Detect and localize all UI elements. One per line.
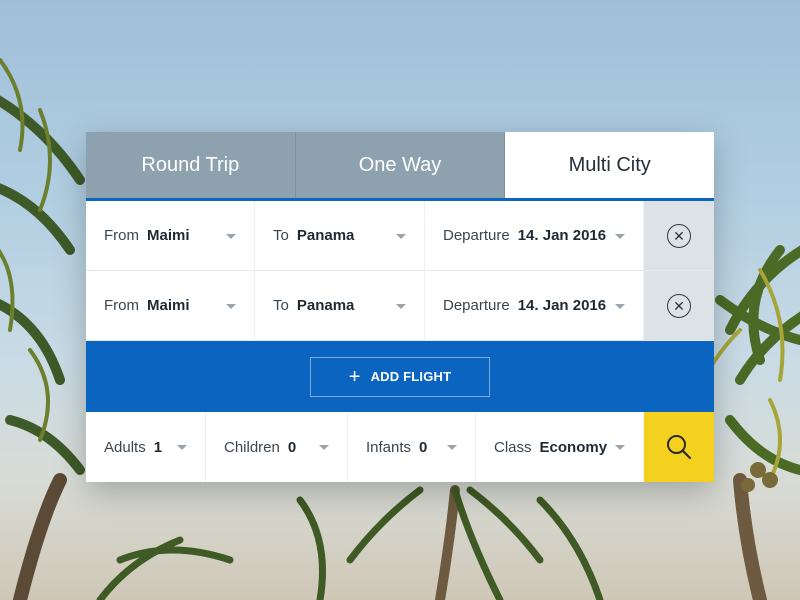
chevron-down-icon	[447, 445, 457, 450]
departure-value: 14. Jan 2016	[517, 227, 607, 244]
tab-round-trip[interactable]: Round Trip	[86, 132, 295, 198]
infants-select[interactable]: Infants 0	[348, 412, 476, 482]
to-value: Panama	[296, 227, 355, 244]
tab-one-way[interactable]: One Way	[294, 132, 505, 198]
add-flight-button[interactable]: + ADD FLIGHT	[310, 356, 490, 397]
adults-select[interactable]: Adults 1	[86, 412, 206, 482]
flight-row: From Maimi To Panama Departure 14. Jan 2…	[86, 201, 714, 271]
chevron-down-icon	[396, 303, 406, 309]
from-value: Maimi	[147, 297, 190, 314]
class-value: Economy	[539, 438, 608, 456]
from-select[interactable]: From Maimi	[86, 271, 255, 340]
from-value: Maimi	[147, 227, 190, 244]
search-button[interactable]	[644, 412, 714, 482]
flight-row: From Maimi To Panama Departure 14. Jan 2…	[86, 271, 714, 341]
to-select[interactable]: To Panama	[255, 201, 425, 270]
chevron-down-icon	[396, 233, 406, 239]
departure-select[interactable]: Departure 14. Jan 2016	[425, 201, 644, 270]
to-value: Panama	[296, 297, 355, 314]
chevron-down-icon	[177, 445, 187, 450]
children-value: 0	[287, 438, 297, 456]
plus-icon: +	[348, 365, 361, 388]
from-label: From	[104, 227, 139, 244]
to-label: To	[273, 227, 289, 244]
departure-label: Departure	[443, 227, 510, 244]
infants-label: Infants	[366, 438, 412, 456]
class-select[interactable]: Class Economy	[476, 412, 644, 482]
flight-search-widget: Round Trip One Way Multi City From Maimi…	[86, 132, 715, 482]
add-flight-label: ADD FLIGHT	[370, 369, 452, 384]
remove-flight-button[interactable]: ✕	[644, 271, 714, 340]
adults-label: Adults	[104, 438, 146, 456]
chevron-down-icon	[226, 303, 236, 309]
close-icon: ✕	[667, 223, 691, 248]
chevron-down-icon	[615, 233, 625, 239]
infants-value: 0	[419, 438, 428, 456]
search-icon	[667, 435, 692, 460]
chevron-down-icon	[226, 233, 236, 239]
chevron-down-icon	[319, 445, 329, 450]
tab-multi-city[interactable]: Multi City	[504, 132, 715, 198]
children-select[interactable]: Children 0	[206, 412, 348, 482]
close-icon: ✕	[667, 293, 691, 318]
class-label: Class	[494, 438, 532, 456]
chevron-down-icon	[615, 445, 625, 450]
chevron-down-icon	[615, 303, 625, 309]
departure-label: Departure	[443, 297, 510, 314]
to-select[interactable]: To Panama	[255, 271, 425, 340]
to-label: To	[273, 297, 289, 314]
from-select[interactable]: From Maimi	[86, 201, 255, 270]
children-label: Children	[224, 438, 280, 456]
trip-type-tabs: Round Trip One Way Multi City	[86, 132, 715, 198]
passenger-row: Adults 1 Children 0 Infants 0 Class Econ…	[86, 412, 714, 482]
remove-flight-button[interactable]: ✕	[644, 201, 714, 270]
departure-value: 14. Jan 2016	[517, 297, 607, 314]
adults-value: 1	[153, 438, 163, 456]
from-label: From	[104, 297, 139, 314]
add-flight-bar: + ADD FLIGHT	[86, 341, 714, 412]
departure-select[interactable]: Departure 14. Jan 2016	[425, 271, 644, 340]
